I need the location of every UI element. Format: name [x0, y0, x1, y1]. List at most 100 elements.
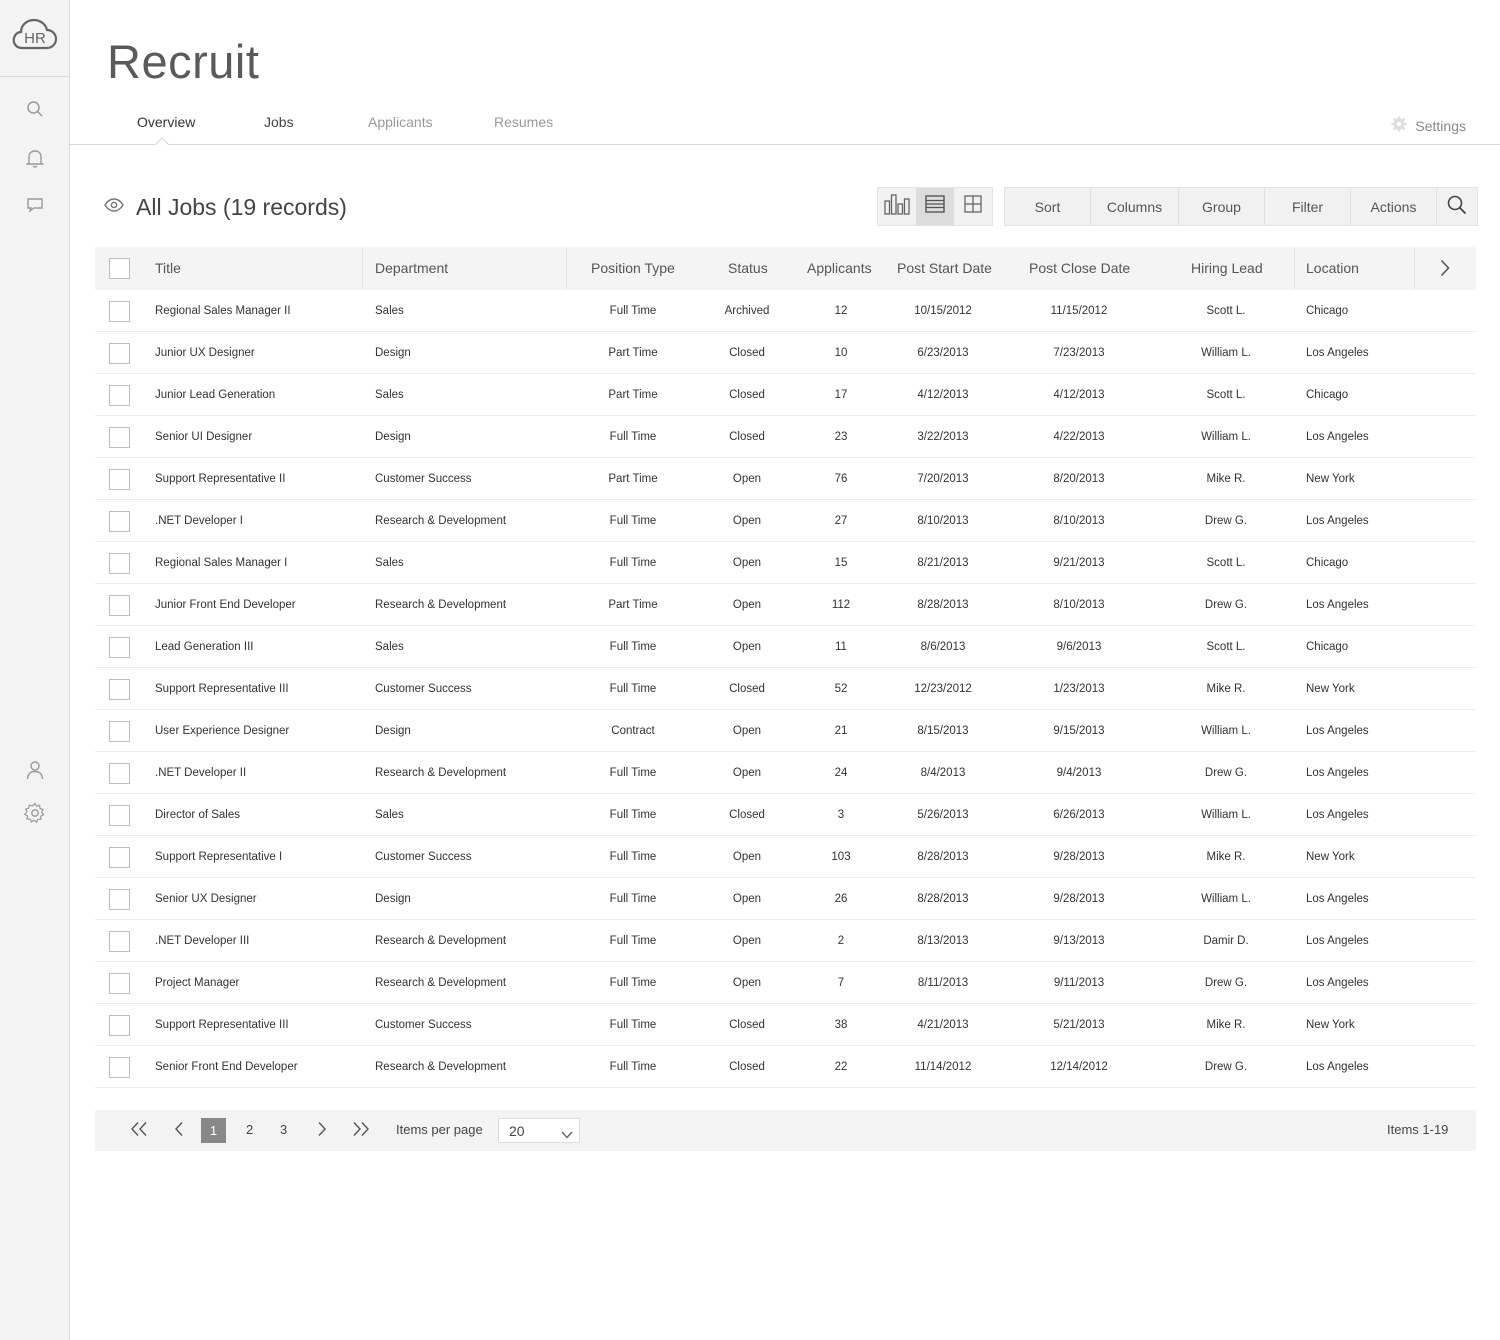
table-row[interactable]: Junior Lead Generation Sales Part Time Clos…	[95, 374, 1476, 416]
page-3-button[interactable]: 3	[280, 1122, 287, 1137]
user-icon[interactable]	[24, 759, 46, 781]
row-checkbox[interactable]	[109, 595, 130, 616]
tab-applicants[interactable]: Applicants	[368, 114, 433, 130]
table-row[interactable]: Regional Sales Manager II Sales Full Time A…	[95, 290, 1476, 332]
scroll-columns-right-button[interactable]	[1440, 259, 1450, 280]
table-row[interactable]: User Experience Designer Design Contract Op…	[95, 710, 1476, 752]
cell-title[interactable]: Junior Front End Developer	[155, 599, 296, 611]
row-checkbox[interactable]	[109, 511, 130, 532]
row-checkbox[interactable]	[109, 889, 130, 910]
table-row[interactable]: Regional Sales Manager I Sales Full Time Op…	[95, 542, 1476, 584]
search-icon[interactable]	[24, 98, 46, 120]
row-checkbox[interactable]	[109, 721, 130, 742]
bell-icon[interactable]	[24, 147, 46, 169]
cell-title[interactable]: .NET Developer III	[155, 935, 249, 947]
table-row[interactable]: .NET Developer II Research & Development F…	[95, 752, 1476, 794]
table-row[interactable]: Support Representative III Customer Succe…	[95, 668, 1476, 710]
row-checkbox[interactable]	[109, 1015, 130, 1036]
page-1-button[interactable]: 1	[201, 1118, 226, 1143]
cell-title[interactable]: Senior Front End Developer	[155, 1061, 298, 1073]
tab-jobs[interactable]: Jobs	[264, 114, 294, 130]
table-row[interactable]: Director of Sales Sales Full Time Closed 3 5/…	[95, 794, 1476, 836]
header-department[interactable]: Department	[375, 260, 448, 276]
page-2-button[interactable]: 2	[246, 1122, 253, 1137]
cell-applicants: 22	[834, 1061, 848, 1073]
row-checkbox[interactable]	[109, 973, 130, 994]
cell-title[interactable]: Support Representative II	[155, 473, 285, 485]
select-all-checkbox[interactable]	[109, 258, 130, 279]
row-checkbox[interactable]	[109, 427, 130, 448]
chart-view-button[interactable]	[878, 188, 916, 225]
actions-button[interactable]: Actions	[1351, 188, 1437, 225]
row-checkbox[interactable]	[109, 385, 130, 406]
filter-button[interactable]: Filter	[1265, 188, 1351, 225]
eye-icon[interactable]	[104, 198, 124, 217]
table-row[interactable]: Senior UX Designer Design Full Time Open 26 8…	[95, 878, 1476, 920]
row-checkbox[interactable]	[109, 847, 130, 868]
columns-button[interactable]: Columns	[1091, 188, 1179, 225]
cell-title[interactable]: Support Representative I	[155, 851, 282, 863]
cell-title[interactable]: Regional Sales Manager II	[155, 305, 291, 317]
cell-title[interactable]: .NET Developer II	[155, 767, 246, 779]
row-checkbox[interactable]	[109, 553, 130, 574]
table-row[interactable]: Support Representative II Customer Succes…	[95, 458, 1476, 500]
gear-icon[interactable]	[24, 802, 46, 824]
row-checkbox[interactable]	[109, 805, 130, 826]
hr-logo[interactable]: HR	[12, 15, 58, 53]
row-checkbox[interactable]	[109, 1057, 130, 1078]
items-per-page-select[interactable]: 20	[498, 1118, 580, 1143]
table-row[interactable]: Senior Front End Developer Research & Dev…	[95, 1046, 1476, 1088]
next-page-button[interactable]	[317, 1121, 327, 1140]
cell-title[interactable]: Project Manager	[155, 977, 239, 989]
table-row[interactable]: .NET Developer I Research & Development Fu…	[95, 500, 1476, 542]
cell-title[interactable]: Support Representative III	[155, 1019, 289, 1031]
previous-page-button[interactable]	[174, 1121, 184, 1140]
header-title[interactable]: Title	[155, 260, 181, 276]
row-checkbox[interactable]	[109, 679, 130, 700]
row-checkbox[interactable]	[109, 763, 130, 784]
table-row[interactable]: Support Representative I Customer Success…	[95, 836, 1476, 878]
cell-title[interactable]: User Experience Designer	[155, 725, 289, 737]
list-view-button[interactable]	[916, 188, 954, 225]
header-post-start-date[interactable]: Post Start Date	[897, 260, 992, 276]
row-checkbox[interactable]	[109, 343, 130, 364]
header-location[interactable]: Location	[1306, 260, 1359, 276]
cell-title[interactable]: Support Representative III	[155, 683, 289, 695]
table-row[interactable]: Senior UI Designer Design Full Time Closed 2…	[95, 416, 1476, 458]
cell-title[interactable]: Regional Sales Manager I	[155, 557, 287, 569]
cell-title[interactable]: Junior Lead Generation	[155, 389, 275, 401]
tab-resumes[interactable]: Resumes	[494, 114, 553, 130]
row-checkbox[interactable]	[109, 469, 130, 490]
grid-view-button[interactable]	[954, 188, 992, 225]
cell-title[interactable]: .NET Developer I	[155, 515, 243, 527]
cell-title[interactable]: Lead Generation III	[155, 641, 253, 653]
chevron-right-icon	[1440, 259, 1450, 280]
chat-icon[interactable]	[24, 194, 46, 216]
cell-title[interactable]: Senior UI Designer	[155, 431, 252, 443]
table-row[interactable]: Support Representative III Customer Succe…	[95, 1004, 1476, 1046]
first-page-button[interactable]	[130, 1121, 148, 1140]
cell-hiring-lead: Mike R.	[1206, 1019, 1246, 1031]
header-applicants[interactable]: Applicants	[807, 260, 872, 276]
group-button[interactable]: Group	[1179, 188, 1265, 225]
row-checkbox[interactable]	[109, 301, 130, 322]
tab-overview[interactable]: Overview	[137, 114, 195, 130]
table-row[interactable]: Lead Generation III Sales Full Time Open 11 8…	[95, 626, 1476, 668]
row-checkbox[interactable]	[109, 637, 130, 658]
settings-link[interactable]: Settings	[1391, 116, 1466, 135]
table-row[interactable]: Junior UX Designer Design Part Time Closed 1…	[95, 332, 1476, 374]
header-position-type[interactable]: Position Type	[591, 260, 675, 276]
sort-button[interactable]: Sort	[1005, 188, 1091, 225]
header-hiring-lead[interactable]: Hiring Lead	[1191, 260, 1263, 276]
table-row[interactable]: Junior Front End Developer Research & Dev…	[95, 584, 1476, 626]
row-checkbox[interactable]	[109, 931, 130, 952]
grid-search-button[interactable]	[1437, 188, 1477, 225]
header-status[interactable]: Status	[728, 260, 768, 276]
header-post-close-date[interactable]: Post Close Date	[1029, 260, 1130, 276]
last-page-button[interactable]	[352, 1121, 370, 1140]
cell-title[interactable]: Junior UX Designer	[155, 347, 255, 359]
table-row[interactable]: Project Manager Research & Development Ful…	[95, 962, 1476, 1004]
table-row[interactable]: .NET Developer III Research & Development…	[95, 920, 1476, 962]
cell-title[interactable]: Director of Sales	[155, 809, 240, 821]
cell-title[interactable]: Senior UX Designer	[155, 893, 257, 905]
